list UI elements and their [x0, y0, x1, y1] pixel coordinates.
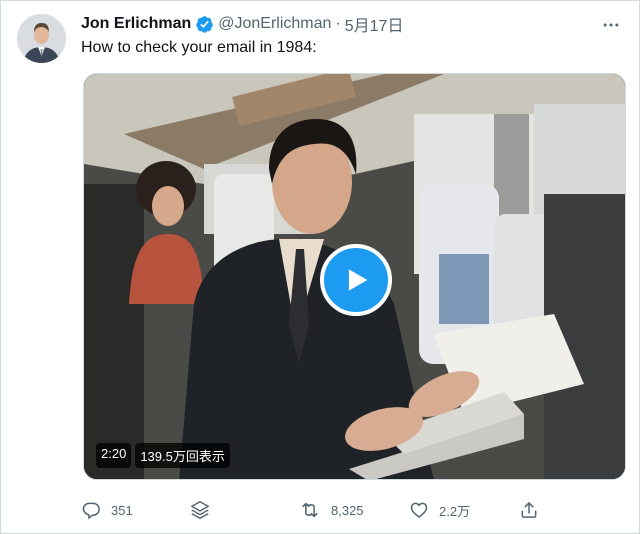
retweet-count: 8,325	[331, 502, 364, 518]
like-button[interactable]: 2.2万	[409, 497, 470, 523]
video-views: 139.5万回表示	[135, 443, 230, 468]
play-button[interactable]	[320, 244, 392, 316]
share-button[interactable]	[519, 497, 539, 523]
video-duration: 2:20	[96, 443, 132, 468]
author-handle[interactable]: @JonErlichman	[218, 15, 331, 33]
retweet-button[interactable]: 8,325	[299, 497, 364, 523]
layers-icon	[191, 501, 209, 519]
heart-icon	[410, 502, 428, 518]
tweet-text: How to check your email in 1984:	[81, 39, 317, 56]
reply-button[interactable]: 351	[81, 497, 133, 523]
tweet-header: Jon Erlichman @JonErlichman · 5月17日	[81, 13, 403, 35]
retweet-icon	[302, 502, 318, 518]
header-separator: ·	[335, 15, 341, 32]
tweet-card: Jon Erlichman @JonErlichman · 5月17日 How …	[0, 0, 640, 534]
like-count: 2.2万	[439, 503, 471, 519]
video-player[interactable]: 2:20 139.5万回表示	[83, 73, 626, 480]
tweet-date[interactable]: 5月17日	[345, 12, 404, 36]
avatar[interactable]	[17, 14, 66, 63]
more-icon[interactable]	[599, 13, 623, 37]
play-icon	[348, 269, 368, 291]
reply-icon	[82, 502, 100, 520]
author-name[interactable]: Jon Erlichman	[81, 15, 191, 33]
verified-badge-icon	[195, 15, 214, 34]
layers-button[interactable]	[189, 497, 211, 523]
share-icon	[521, 502, 537, 518]
action-bar: 351 8,325 2.2万	[81, 497, 561, 523]
video-info: 2:20 139.5万回表示	[96, 443, 230, 468]
reply-count: 351	[111, 502, 133, 518]
